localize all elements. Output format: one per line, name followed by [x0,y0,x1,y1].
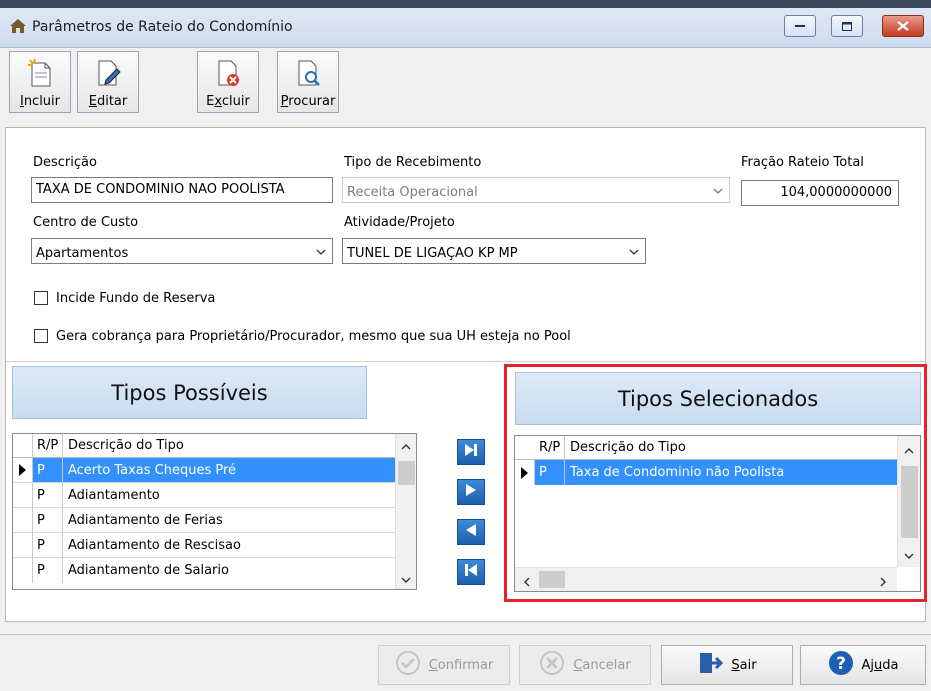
table-row[interactable]: P Taxa de Condominio não Poolista [515,460,897,485]
col-desc-header[interactable]: Descrição do Tipo [63,434,395,457]
incluir-button[interactable]: Incluir [9,51,71,113]
tipo-recebimento-value: Receita Operacional [347,184,478,200]
scroll-down-icon[interactable] [401,573,411,588]
grid-header: R/P Descrição do Tipo [515,436,897,460]
window-title: Parâmetros de Rateio do Condomínio [32,19,293,35]
row-pointer-icon [13,458,33,482]
cancelar-button[interactable]: Cancelar [519,645,651,685]
row-pointer-icon [515,460,535,485]
move-all-right-button[interactable] [457,439,485,465]
move-right-button[interactable] [457,479,485,505]
left-arrow-icon [465,523,477,541]
centro-custo-label: Centro de Custo [33,215,139,230]
help-icon: ? [828,650,854,680]
scroll-up-icon[interactable] [904,444,914,459]
col-rp-header[interactable]: R/P [535,436,565,459]
excluir-button[interactable]: Excluir [197,51,259,113]
new-document-icon [27,56,53,90]
scroll-down-icon[interactable] [904,549,914,564]
descricao-label: Descrição [33,155,97,170]
cancel-icon [539,650,565,680]
right-arrow-icon [465,483,477,501]
tipos-selecionados-header: Tipos Selecionados [515,372,921,425]
vertical-scrollbar[interactable] [395,434,416,589]
table-row[interactable]: P Adiantamento de Rescisao [13,533,395,558]
descricao-input[interactable]: TAXA DE CONDOMINIO NAO POOLISTA [31,177,333,203]
table-row[interactable]: P Adiantamento de Ferias [13,508,395,533]
divider [6,361,925,362]
atividade-label: Atividade/Projeto [344,215,455,230]
move-all-left-button[interactable] [457,559,485,585]
svg-text:?: ? [836,654,846,674]
atividade-value: TUNEL DE LIGAÇAO KP MP [347,245,518,261]
fracao-input[interactable]: 104,0000000000 [741,180,899,206]
horizontal-scrollbar[interactable] [515,567,897,591]
tipos-possiveis-header: Tipos Possíveis [12,366,367,419]
check-icon [395,650,421,680]
table-row[interactable]: P Acerto Taxas Cheques Pré [13,458,395,483]
col-desc-header[interactable]: Descrição do Tipo [565,436,897,459]
scroll-up-icon[interactable] [401,440,411,455]
divider [0,634,931,635]
col-rp-header[interactable]: R/P [33,434,63,457]
last-arrow-icon [464,443,478,461]
centro-custo-value: Apartamentos [36,245,129,261]
vertical-scrollbar[interactable] [897,436,920,567]
gera-cobranca-checkbox[interactable] [34,329,48,343]
minimize-button[interactable] [784,15,816,37]
ajuda-button[interactable]: ? Ajuda [800,645,926,685]
procurar-button[interactable]: Procurar [277,51,339,113]
atividade-select[interactable]: TUNEL DE LIGAÇAO KP MP [342,238,646,264]
move-left-button[interactable] [457,519,485,545]
scroll-right-icon[interactable] [879,576,887,591]
scroll-thumb[interactable] [398,461,415,485]
search-document-icon [295,56,321,90]
title-bar: Parâmetros de Rateio do Condomínio [0,0,931,48]
delete-document-icon [215,56,241,90]
incide-fundo-label: Incide Fundo de Reserva [56,291,216,306]
confirmar-button[interactable]: Confirmar [378,645,510,685]
fracao-label: Fração Rateio Total [741,155,864,170]
chevron-down-icon [316,246,326,261]
editar-button[interactable]: Editar [77,51,139,113]
table-row[interactable]: P Adiantamento [13,483,395,508]
sair-button[interactable]: Sair [661,645,793,685]
grid-header: R/P Descrição do Tipo [13,434,395,458]
incide-fundo-checkbox[interactable] [34,291,48,305]
scroll-left-icon[interactable] [523,576,531,591]
home-icon [9,18,27,38]
tipos-selecionados-grid: R/P Descrição do Tipo P Taxa de Condomin… [514,435,921,592]
maximize-button[interactable] [831,15,863,37]
table-row[interactable]: P Adiantamento de Salario [13,558,395,583]
tipo-recebimento-select[interactable]: Receita Operacional [342,177,730,203]
close-button[interactable] [882,15,924,37]
centro-custo-select[interactable]: Apartamentos [31,238,333,264]
first-arrow-icon [464,563,478,581]
tipo-recebimento-label: Tipo de Recebimento [344,155,482,170]
exit-icon [697,650,724,680]
scroll-thumb[interactable] [901,466,918,538]
scroll-thumb[interactable] [539,571,565,588]
gera-cobranca-label: Gera cobrança para Proprietário/Procurad… [56,329,571,344]
chevron-down-icon [713,185,723,200]
edit-document-icon [95,56,121,90]
chevron-down-icon [629,246,639,261]
tipos-possiveis-grid: R/P Descrição do Tipo P Acerto Taxas Che… [12,433,417,590]
